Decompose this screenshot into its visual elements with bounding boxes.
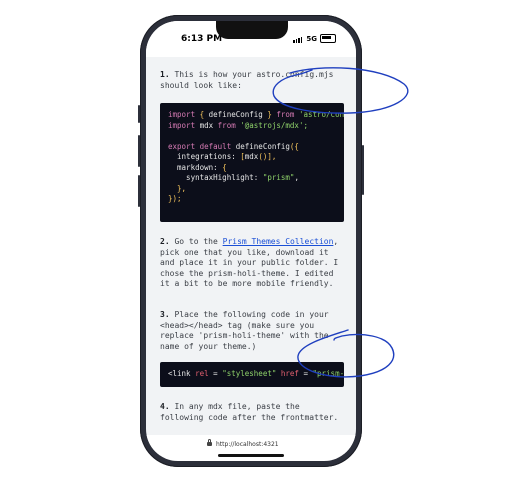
code-line: syntaxHighlight: "prism", — [168, 173, 299, 182]
browser-url-bar[interactable]: http://localhost:4321 — [146, 435, 356, 461]
step-number: 4. — [160, 402, 170, 411]
code-block-config[interactable]: import { defineConfig } from 'astro/conf… — [160, 103, 344, 222]
network-label: 5G — [306, 34, 317, 43]
phone-frame: 6:13 PM 5G 1. This is how your astro.con… — [138, 15, 364, 467]
code-line: }); — [168, 194, 182, 203]
status-bar: 6:13 PM 5G — [146, 21, 356, 57]
url-text: http://localhost:4321 — [216, 441, 279, 448]
code-line: export default defineConfig({ — [168, 141, 299, 151]
status-indicators: 5G — [293, 34, 336, 43]
code-line: <link rel = "stylesheet" href = "prism-h — [168, 369, 344, 378]
step-2: 2. Go to the Prism Themes Collection, pi… — [160, 237, 339, 288]
status-time: 6:13 PM — [181, 34, 223, 44]
step-1: 1. This is how your astro.config.mjs sho… — [160, 70, 344, 91]
code-line: integrations: [mdx()], — [168, 152, 277, 161]
phone-screen: 6:13 PM 5G 1. This is how your astro.con… — [146, 21, 356, 461]
step-number: 1. — [160, 70, 170, 79]
signal-icon — [293, 35, 303, 43]
notch — [216, 21, 288, 39]
code-line: markdown: { — [168, 162, 227, 172]
step-text: In any mdx file, paste the following cod… — [160, 402, 339, 422]
volume-up-button — [138, 135, 140, 167]
step-number: 3. — [160, 310, 170, 319]
step-text: This is how your astro.config.mjs should… — [160, 70, 334, 90]
lock-icon — [207, 439, 212, 446]
code-block-link-tag[interactable]: <link rel = "stylesheet" href = "prism-h — [160, 362, 344, 387]
mute-switch — [138, 105, 140, 123]
volume-down-button — [138, 175, 140, 207]
battery-icon — [320, 34, 336, 43]
prism-themes-link[interactable]: Prism Themes Collection — [223, 237, 334, 246]
home-indicator[interactable] — [218, 454, 284, 457]
power-button — [362, 145, 364, 195]
step-text: Place the following code in your <head><… — [160, 310, 329, 351]
code-lines: import { defineConfig } from 'astro/conf… — [160, 103, 344, 205]
step-4: 4. In any mdx file, paste the following … — [160, 402, 344, 423]
code-line: import mdx from '@astrojs/mdx'; — [168, 120, 308, 130]
code-line: import { defineConfig } from 'astro/conf… — [168, 110, 344, 119]
step-number: 2. — [160, 237, 170, 246]
step-3: 3. Place the following code in your <hea… — [160, 310, 344, 352]
code-line: }, — [168, 183, 187, 193]
